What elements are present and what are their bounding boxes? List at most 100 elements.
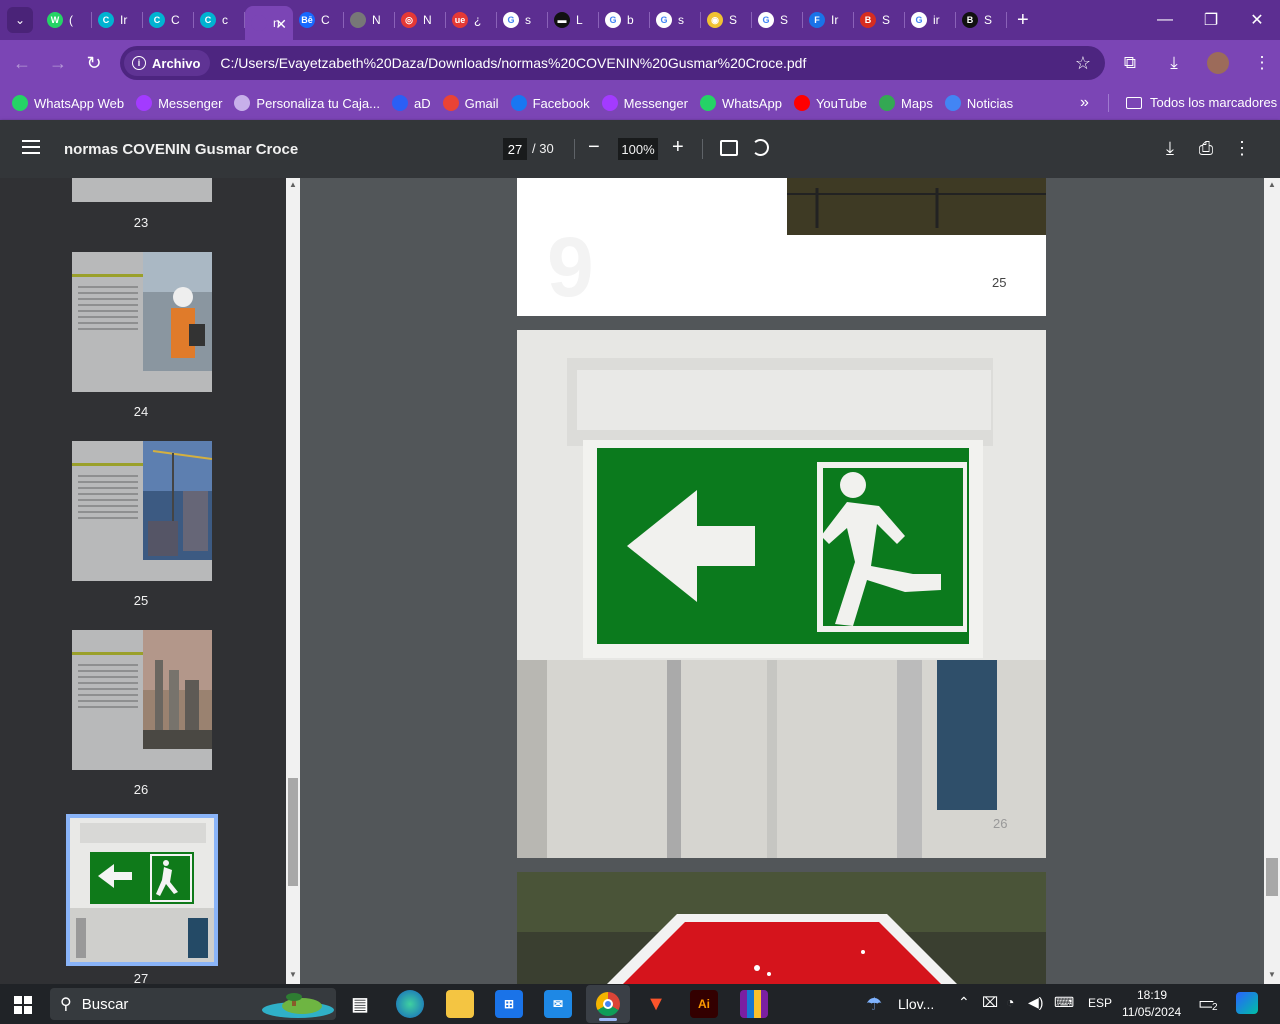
scroll-up-arrow[interactable]: ▲ bbox=[289, 180, 297, 189]
more-menu-icon[interactable]: ⋮ bbox=[1244, 45, 1280, 81]
bookmark-item[interactable]: Messenger bbox=[601, 95, 688, 111]
chrome-taskbar-button[interactable] bbox=[586, 985, 630, 1023]
thumbnail-page-26[interactable] bbox=[72, 630, 212, 770]
browser-tab[interactable]: F Ir bbox=[803, 0, 854, 40]
browser-tab[interactable]: C Ir bbox=[92, 0, 143, 40]
url-text[interactable]: C:/Users/Evayetzabeth%20Daza/Downloads/n… bbox=[220, 55, 806, 71]
print-icon[interactable]: ⎙ bbox=[1188, 138, 1224, 159]
pdf-download-icon[interactable]: ⤓ bbox=[1152, 138, 1188, 159]
back-button[interactable]: ← bbox=[4, 45, 40, 81]
bookmark-item[interactable]: Gmail bbox=[442, 95, 499, 111]
bookmark-star-icon[interactable]: ☆ bbox=[1075, 53, 1091, 74]
new-tab-button[interactable]: + bbox=[1017, 9, 1029, 32]
store-icon[interactable]: ⊞ bbox=[495, 990, 523, 1018]
sidebar-scroll-thumb[interactable] bbox=[288, 778, 298, 886]
weather-text[interactable]: Llov... bbox=[898, 996, 934, 1012]
windows-start-icon[interactable] bbox=[14, 996, 32, 1014]
bookmark-item[interactable]: Facebook bbox=[510, 95, 590, 111]
browser-tab[interactable]: ◉ S bbox=[701, 0, 752, 40]
bookmark-item[interactable]: WhatsApp bbox=[699, 95, 782, 111]
browser-tab[interactable]: Gs bbox=[497, 0, 548, 40]
forward-button[interactable]: → bbox=[40, 45, 76, 81]
sidebar-menu-icon[interactable] bbox=[22, 140, 40, 154]
file-explorer-icon[interactable] bbox=[446, 990, 474, 1018]
browser-tab[interactable]: BS bbox=[854, 0, 905, 40]
keyboard-icon[interactable]: ⌨ bbox=[1054, 994, 1074, 1011]
browser-tab[interactable]: n ✕ bbox=[245, 6, 293, 40]
bookmark-item[interactable]: Personaliza tu Caja... bbox=[234, 95, 380, 111]
reload-button[interactable]: ↻ bbox=[76, 45, 112, 81]
copilot-icon[interactable] bbox=[1236, 992, 1258, 1014]
fit-page-icon[interactable] bbox=[720, 140, 738, 156]
thumbnail-label: 25 bbox=[133, 593, 149, 608]
bookmark-item[interactable]: aD bbox=[391, 95, 431, 111]
bookmark-item[interactable]: Noticias bbox=[944, 95, 1013, 111]
all-bookmarks-button[interactable]: Todos los marcadores bbox=[1126, 95, 1277, 110]
scroll-up-arrow[interactable]: ▲ bbox=[1268, 180, 1276, 189]
scroll-down-arrow[interactable]: ▼ bbox=[289, 970, 297, 979]
thumbnail-page-24[interactable] bbox=[72, 252, 212, 392]
browser-tab[interactable]: Cc bbox=[194, 0, 245, 40]
weather-icon[interactable]: ☂ bbox=[866, 994, 882, 1015]
zoom-input[interactable]: 100% bbox=[618, 138, 658, 160]
page-total: / 30 bbox=[532, 141, 554, 156]
browser-tab[interactable]: BS bbox=[956, 0, 1007, 40]
brave-icon[interactable]: ▼ bbox=[642, 990, 670, 1018]
browser-tab[interactable]: ue ¿ bbox=[446, 0, 497, 40]
mail-icon[interactable]: ✉ bbox=[544, 990, 572, 1018]
browser-tab[interactable]: W( bbox=[41, 0, 92, 40]
bookmark-item[interactable]: WhatsApp Web bbox=[12, 95, 124, 111]
extensions-icon[interactable]: ⧉ bbox=[1112, 45, 1148, 81]
tab-close-icon[interactable]: ✕ bbox=[275, 16, 287, 33]
thumbnail-page-23[interactable] bbox=[72, 178, 212, 202]
browser-tab[interactable]: ◎ N bbox=[395, 0, 446, 40]
browser-tab[interactable]: Gb bbox=[599, 0, 650, 40]
bookmark-item[interactable]: Messenger bbox=[136, 95, 222, 111]
browser-tab[interactable]: ▬ L bbox=[548, 0, 599, 40]
taskbar-search[interactable]: ⚲ Buscar bbox=[50, 988, 336, 1020]
page-number-input[interactable]: 27 bbox=[503, 138, 527, 160]
site-info-chip[interactable]: i Archivo bbox=[124, 50, 211, 76]
chevron-up-icon[interactable]: ⌃ bbox=[958, 994, 970, 1011]
clock-time[interactable]: 18:19 bbox=[1137, 988, 1167, 1002]
wifi-icon[interactable]: ◔ bbox=[1006, 994, 1014, 1010]
browser-tab[interactable]: N bbox=[344, 0, 395, 40]
thumbnail-page-25[interactable] bbox=[72, 441, 212, 581]
zoom-in-button[interactable]: + bbox=[672, 136, 684, 159]
close-icon[interactable]: ✕ bbox=[1234, 0, 1280, 40]
browser-tab[interactable]: GS bbox=[752, 0, 803, 40]
tab-favicon-icon: G bbox=[758, 12, 774, 28]
browser-tab[interactable]: Gir bbox=[905, 0, 956, 40]
rotate-icon[interactable] bbox=[752, 139, 769, 156]
more-bookmarks-icon[interactable]: » bbox=[1080, 94, 1089, 112]
winrar-icon[interactable] bbox=[740, 990, 768, 1018]
language-indicator[interactable]: ESP bbox=[1088, 996, 1112, 1010]
minimize-icon[interactable]: — bbox=[1142, 0, 1188, 40]
tab-search-button[interactable]: ⌄ bbox=[7, 7, 33, 33]
download-icon[interactable]: ⤓ bbox=[1156, 45, 1192, 81]
task-view-icon[interactable]: ▤ bbox=[346, 990, 374, 1018]
active-indicator bbox=[599, 1018, 617, 1021]
pdf-more-icon[interactable]: ⋮ bbox=[1224, 138, 1260, 159]
scroll-down-arrow[interactable]: ▼ bbox=[1268, 970, 1276, 979]
svg-text:9: 9 bbox=[547, 220, 594, 314]
thumbnail-page-27[interactable] bbox=[66, 814, 218, 966]
illustrator-icon[interactable]: Ai bbox=[690, 990, 718, 1018]
viewer-scroll-thumb[interactable] bbox=[1266, 858, 1278, 896]
bookmark-item[interactable]: YouTube bbox=[793, 95, 867, 111]
browser-tab[interactable]: CC bbox=[143, 0, 194, 40]
volume-icon[interactable]: ◀) bbox=[1028, 994, 1043, 1011]
clock-date[interactable]: 11/05/2024 bbox=[1122, 1005, 1181, 1019]
browser-tab[interactable]: Gs bbox=[650, 0, 701, 40]
zoom-out-button[interactable]: − bbox=[588, 136, 600, 159]
meet-now-icon[interactable]: ⌧ bbox=[982, 994, 998, 1011]
bookmark-item[interactable]: Maps bbox=[879, 95, 933, 111]
edge-icon[interactable] bbox=[396, 990, 424, 1018]
pdf-page-27 bbox=[517, 872, 1046, 984]
profile-avatar[interactable] bbox=[1200, 45, 1236, 81]
pdf-viewer[interactable]: 9 25 26 bbox=[300, 178, 1264, 984]
browser-tab[interactable]: Bē C bbox=[293, 0, 344, 40]
address-bar[interactable]: i Archivo C:/Users/Evayetzabeth%20Daza/D… bbox=[120, 46, 1105, 80]
browser-toolbar: ← → ↻ i Archivo C:/Users/Evayetzabeth%20… bbox=[0, 40, 1280, 86]
restore-icon[interactable]: ❐ bbox=[1188, 0, 1234, 40]
